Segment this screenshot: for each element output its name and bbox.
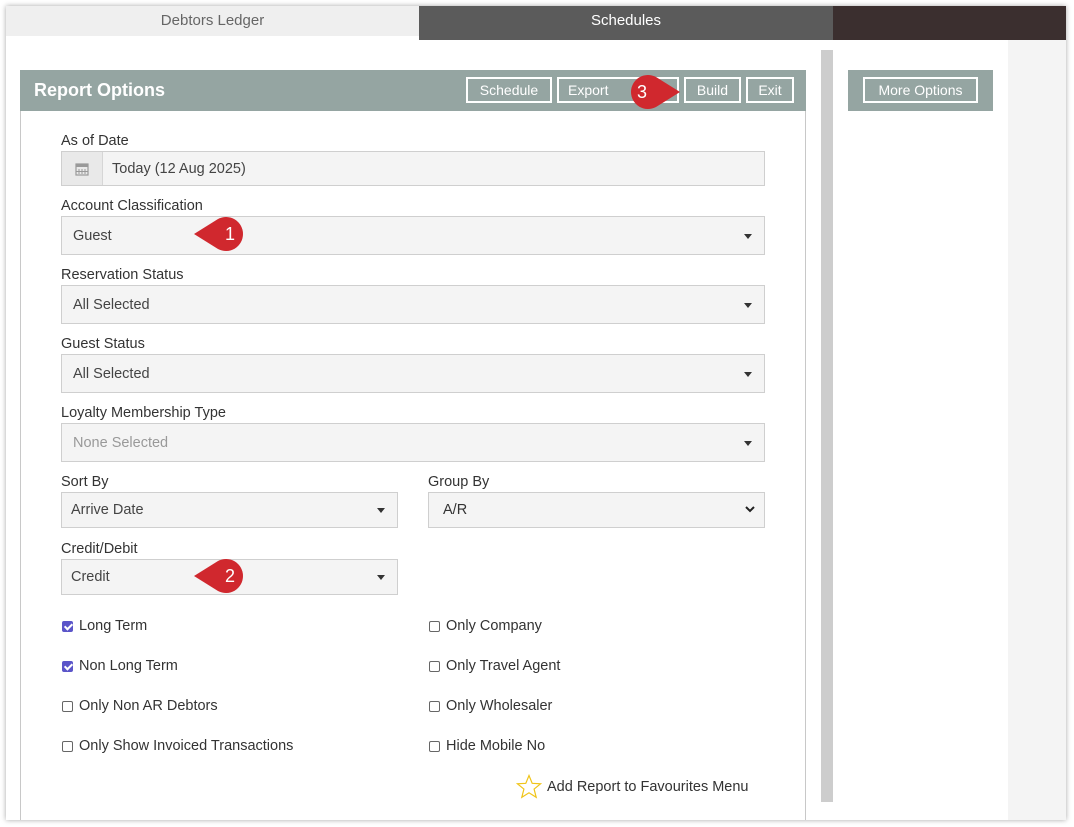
- checkbox-box[interactable]: [62, 700, 73, 712]
- account-classification-select[interactable]: Guest: [61, 216, 765, 255]
- calendar-icon[interactable]: [62, 152, 103, 185]
- long-term-checkbox[interactable]: Long Term: [62, 618, 147, 634]
- only-company-label: Only Company: [446, 618, 542, 634]
- reservation-status-value: All Selected: [73, 296, 150, 313]
- only-travel-agent-checkbox[interactable]: Only Travel Agent: [429, 658, 560, 674]
- loyalty-type-select[interactable]: None Selected: [61, 423, 765, 462]
- report-options-header: Report Options Schedule Export Build Exi…: [20, 70, 806, 111]
- callout-2-number: 2: [225, 566, 235, 586]
- only-wholesaler-label: Only Wholesaler: [446, 698, 553, 714]
- only-non-ar-label: Only Non AR Debtors: [79, 698, 218, 714]
- as-of-date-label: As of Date: [61, 133, 129, 149]
- callout-3: 3: [631, 75, 680, 109]
- caret-down-icon: [744, 440, 752, 446]
- checkbox-box[interactable]: [429, 620, 440, 632]
- app-frame: Debtors Ledger Schedules More Options Re…: [6, 6, 1066, 820]
- long-term-label: Long Term: [79, 618, 148, 634]
- checkbox-box[interactable]: [429, 740, 440, 752]
- loyalty-type-label: Loyalty Membership Type: [61, 405, 226, 421]
- hide-mobile-label: Hide Mobile No: [446, 738, 546, 754]
- caret-down-icon: [377, 508, 385, 513]
- group-by-label: Group By: [428, 474, 490, 490]
- group-by-select[interactable]: A/R: [428, 492, 765, 528]
- caret-down-icon: [377, 575, 385, 580]
- caret-down-icon: [744, 302, 752, 308]
- reservation-status-select[interactable]: All Selected: [61, 285, 765, 324]
- build-button[interactable]: Build: [684, 77, 741, 103]
- scrollbar[interactable]: [821, 50, 833, 802]
- checkbox-box[interactable]: [62, 660, 73, 672]
- only-travel-agent-label: Only Travel Agent: [446, 658, 561, 674]
- non-long-term-label: Non Long Term: [79, 658, 178, 674]
- only-invoiced-checkbox[interactable]: Only Show Invoiced Transactions: [62, 738, 293, 754]
- callout-2: 2: [194, 559, 243, 593]
- tab-schedules[interactable]: Schedules: [419, 6, 833, 40]
- guest-status-select[interactable]: All Selected: [61, 354, 765, 393]
- credit-debit-value: Credit: [71, 569, 110, 585]
- exit-button[interactable]: Exit: [746, 77, 794, 103]
- tab-bar: Debtors Ledger Schedules: [6, 6, 1066, 40]
- account-classification-value: Guest: [73, 227, 112, 244]
- panel-title: Report Options: [34, 80, 165, 100]
- callout-1: 1: [194, 217, 243, 251]
- schedule-button[interactable]: Schedule: [466, 77, 552, 103]
- callout-3-number: 3: [637, 82, 647, 102]
- callout-1-number: 1: [225, 224, 235, 244]
- star-icon[interactable]: [516, 774, 542, 800]
- sort-by-value: Arrive Date: [71, 502, 144, 518]
- tab-debtors-ledger[interactable]: Debtors Ledger: [6, 6, 419, 40]
- account-classification-label: Account Classification: [61, 198, 203, 214]
- non-long-term-checkbox[interactable]: Non Long Term: [62, 658, 178, 674]
- checkbox-box[interactable]: [429, 700, 440, 712]
- loyalty-type-value: None Selected: [73, 434, 169, 451]
- checkbox-box[interactable]: [62, 620, 73, 632]
- checkbox-box[interactable]: [429, 660, 440, 672]
- caret-down-icon: [744, 371, 752, 377]
- hide-mobile-checkbox[interactable]: Hide Mobile No: [429, 738, 545, 754]
- guest-status-value: All Selected: [73, 365, 150, 382]
- tab-bar-filler: [833, 6, 1066, 40]
- sort-by-select[interactable]: Arrive Date: [61, 492, 398, 528]
- more-options-header: More Options: [848, 70, 993, 111]
- side-column: [833, 40, 1008, 820]
- favourites-label: Add Report to Favourites Menu: [547, 779, 749, 795]
- guest-status-label: Guest Status: [61, 336, 145, 352]
- only-wholesaler-checkbox[interactable]: Only Wholesaler: [429, 698, 552, 714]
- as-of-date-field[interactable]: Today (12 Aug 2025): [61, 151, 765, 186]
- only-non-ar-checkbox[interactable]: Only Non AR Debtors: [62, 698, 218, 714]
- add-to-favourites-link[interactable]: Add Report to Favourites Menu: [516, 774, 749, 800]
- chevron-down-icon: [745, 506, 755, 513]
- caret-down-icon: [744, 233, 752, 239]
- sort-by-label: Sort By: [61, 474, 109, 490]
- reservation-status-label: Reservation Status: [61, 267, 184, 283]
- group-by-value: A/R: [443, 502, 468, 518]
- checkbox-box[interactable]: [62, 740, 73, 752]
- as-of-date-value: Today (12 Aug 2025): [112, 160, 246, 177]
- only-invoiced-label: Only Show Invoiced Transactions: [79, 738, 294, 754]
- credit-debit-label: Credit/Debit: [61, 541, 138, 557]
- more-options-button[interactable]: More Options: [863, 77, 978, 103]
- only-company-checkbox[interactable]: Only Company: [429, 618, 542, 634]
